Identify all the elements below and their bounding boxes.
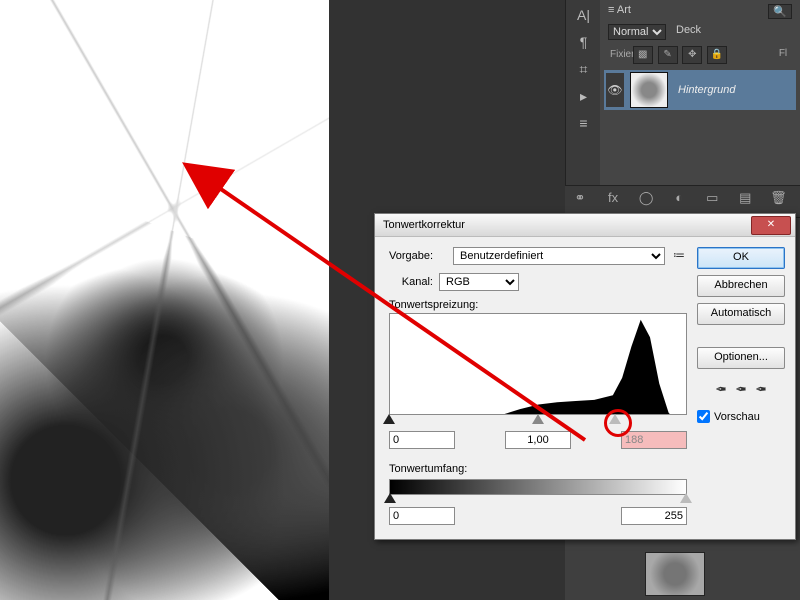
white-eyedropper-icon[interactable]: ✒: [755, 381, 767, 398]
ok-button[interactable]: OK: [697, 247, 785, 269]
new-layer-icon[interactable]: ▤: [732, 190, 758, 212]
output-ramp[interactable]: [389, 479, 687, 495]
mini-thumbnail: [645, 552, 705, 596]
blend-mode-select[interactable]: Normal: [608, 24, 666, 40]
preset-menu-icon[interactable]: ≔: [671, 248, 687, 264]
image-content: [0, 0, 329, 600]
input-levels-label: Tonwertspreizung:: [389, 299, 687, 311]
layers-panel: ≡ Art 🔍 Normal Deck Fixieren: ▩ ✎ ✥ 🔒 Fl…: [600, 0, 800, 210]
swatches-icon[interactable]: ⌗: [568, 57, 600, 81]
levels-dialog: Tonwertkorrektur ✕ Vorgabe: Benutzerdefi…: [374, 213, 796, 540]
lock-label: Fixieren:: [610, 47, 628, 63]
auto-button[interactable]: Automatisch: [697, 303, 785, 325]
output-white-slider[interactable]: [680, 493, 692, 503]
layer-thumbnail[interactable]: [630, 72, 668, 108]
dialog-titlebar[interactable]: Tonwertkorrektur ✕: [375, 214, 795, 237]
gamma-slider[interactable]: [532, 414, 544, 424]
layer-kind-filter[interactable]: ≡ Art: [608, 4, 631, 16]
panel-tool-column: A| ¶ ⌗ ▸ ≡: [565, 0, 602, 210]
fill-label: Fl: [774, 46, 792, 62]
preview-label: Vorschau: [714, 411, 760, 423]
document-canvas[interactable]: ✒: [0, 0, 329, 600]
lock-position-icon[interactable]: ✥: [682, 46, 702, 64]
preview-checkbox-row[interactable]: Vorschau: [697, 410, 785, 423]
preset-select[interactable]: Benutzerdefiniert: [453, 247, 665, 265]
histogram-plot: [390, 314, 686, 415]
adjustment-icon[interactable]: ◐: [666, 190, 692, 212]
black-point-input[interactable]: [389, 431, 455, 449]
eyedropper-group: ✒ ✒ ✒: [697, 381, 785, 398]
lock-pixels-icon[interactable]: ▩: [633, 46, 653, 64]
channel-label: Kanal:: [389, 276, 433, 288]
preview-checkbox[interactable]: [697, 410, 710, 423]
layer-name[interactable]: Hintergrund: [678, 84, 735, 96]
gamma-input[interactable]: [505, 431, 571, 449]
channel-select[interactable]: RGB: [439, 273, 519, 291]
fx-icon[interactable]: fx: [600, 190, 626, 212]
menu-icon[interactable]: ≡: [568, 111, 600, 135]
trash-icon[interactable]: 🗑: [765, 190, 791, 212]
white-point-input[interactable]: [621, 431, 687, 449]
cancel-button[interactable]: Abbrechen: [697, 275, 785, 297]
type-tool-icon[interactable]: A|: [568, 3, 600, 27]
output-white-input[interactable]: [621, 507, 687, 525]
close-icon[interactable]: ✕: [751, 216, 791, 235]
eyedropper-cursor-icon: ✒: [198, 168, 211, 188]
output-black-input[interactable]: [389, 507, 455, 525]
lock-all-icon[interactable]: 🔒: [707, 46, 727, 64]
black-eyedropper-icon[interactable]: ✒: [715, 381, 727, 398]
histogram: [389, 313, 687, 415]
panel-search-icon[interactable]: 🔍: [768, 4, 792, 19]
output-black-slider[interactable]: [384, 493, 396, 503]
preset-label: Vorgabe:: [389, 250, 447, 262]
group-icon[interactable]: ▭: [699, 190, 725, 212]
black-point-slider[interactable]: [383, 414, 395, 424]
gray-eyedropper-icon[interactable]: ✒: [735, 381, 747, 398]
dialog-title: Tonwertkorrektur: [383, 219, 751, 231]
lock-brush-icon[interactable]: ✎: [658, 46, 678, 64]
output-levels-label: Tonwertumfang:: [389, 463, 687, 475]
input-slider-track[interactable]: [389, 415, 687, 429]
paragraph-tool-icon[interactable]: ¶: [568, 30, 600, 54]
mask-icon[interactable]: ◯: [633, 190, 659, 212]
link-layers-icon[interactable]: ⚭: [567, 190, 593, 212]
options-button[interactable]: Optionen...: [697, 347, 785, 369]
opacity-label: Deck: [676, 24, 701, 40]
layer-row[interactable]: 👁 Hintergrund: [604, 70, 796, 110]
visibility-toggle-icon[interactable]: 👁: [606, 73, 624, 107]
play-icon[interactable]: ▸: [568, 84, 600, 108]
